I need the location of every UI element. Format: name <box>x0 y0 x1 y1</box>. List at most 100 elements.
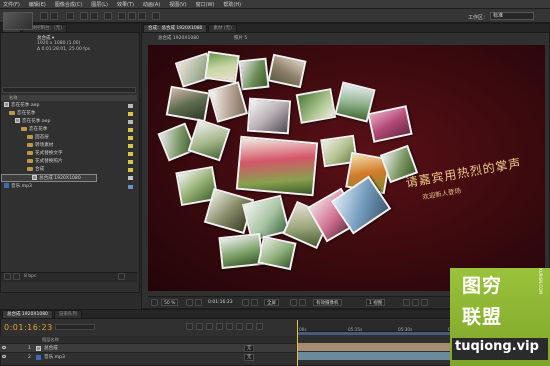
photo-thumbnail <box>257 235 297 271</box>
label-swatch[interactable] <box>128 152 133 156</box>
list-item[interactable]: 固态层 <box>1 134 137 142</box>
table-row[interactable]: 1 总合成 无 <box>0 343 296 352</box>
audio-speaker-icon[interactable] <box>2 355 6 358</box>
composition-icon <box>36 346 41 351</box>
show-channel-icon[interactable] <box>251 299 258 306</box>
photo-thumbnail <box>165 85 211 123</box>
list-item-selected[interactable]: 总合成 1920X1080 <box>1 174 97 182</box>
bit-depth-button[interactable]: 8 bpc <box>24 274 36 279</box>
fast-preview-icon[interactable] <box>412 299 419 306</box>
rectangle-tool-icon[interactable] <box>80 12 88 20</box>
menu-view[interactable]: 视图(V) <box>169 1 186 8</box>
label-swatch[interactable] <box>128 168 133 172</box>
resolution-select[interactable]: 全屏 <box>264 299 279 306</box>
layer-name[interactable]: 音乐.mp3 <box>44 353 65 362</box>
motion-blur-icon[interactable] <box>226 323 233 330</box>
comp-breadcrumb-child[interactable]: 照片 5 <box>234 35 247 41</box>
interpret-footage-icon[interactable] <box>4 273 11 280</box>
label-swatch[interactable] <box>128 185 133 189</box>
timeline-search-input[interactable] <box>55 324 95 330</box>
region-of-interest-icon[interactable] <box>290 299 297 306</box>
tab-render-queue[interactable]: 渲染队列 <box>53 310 82 318</box>
label-swatch[interactable] <box>128 144 133 148</box>
parent-select[interactable]: 无 <box>244 345 255 352</box>
graph-editor-icon[interactable] <box>256 323 263 330</box>
label-swatch[interactable] <box>128 160 133 164</box>
brush-tool-icon[interactable] <box>118 12 126 20</box>
menu-effect[interactable]: 效果(T) <box>117 1 134 8</box>
table-row[interactable]: 2 音乐.mp3 无 <box>0 352 296 361</box>
workspace-select[interactable]: 标准 <box>490 12 534 20</box>
views-select[interactable]: 1 视图 <box>366 299 386 306</box>
snapshot-icon[interactable] <box>242 299 249 306</box>
photo-thumbnail <box>246 97 292 135</box>
camera-select[interactable]: 有效摄像机 <box>313 299 342 306</box>
photo-thumbnail <box>295 88 337 124</box>
menu-layer[interactable]: 图层(L) <box>91 1 108 8</box>
visibility-eye-icon[interactable] <box>2 346 6 349</box>
comp-breadcrumb-root[interactable]: 总合成 1920X1080 <box>158 35 199 41</box>
list-item[interactable]: 恋在花季.aep <box>1 118 137 126</box>
eraser-tool-icon[interactable] <box>138 12 146 20</box>
zoom-select[interactable]: 50 % <box>161 299 179 306</box>
pen-tool-icon[interactable] <box>90 12 98 20</box>
menu-edit[interactable]: 编辑(E) <box>29 1 46 8</box>
menu-file[interactable]: 文件(F) <box>3 1 20 8</box>
timeline-icon[interactable] <box>421 299 428 306</box>
list-item[interactable]: 恋在花季 <box>1 110 137 118</box>
project-bottom-bar <box>1 272 137 282</box>
trash-icon[interactable] <box>118 273 125 280</box>
project-item-duration: Δ 0:01:28:01, 25.00 fps <box>37 47 91 52</box>
menu-composition[interactable]: 图像合成(C) <box>55 1 82 8</box>
list-item[interactable]: 合成 <box>1 166 137 174</box>
clone-tool-icon[interactable] <box>128 12 136 20</box>
project-search-input[interactable] <box>2 87 136 93</box>
new-folder-icon[interactable] <box>13 273 20 280</box>
photo-thumbnail <box>204 50 240 84</box>
list-item[interactable]: 恋在花季.aep <box>1 102 137 110</box>
viewer-timecode[interactable]: 0:01:16:23 <box>208 299 233 306</box>
pixel-aspect-icon[interactable] <box>403 299 410 306</box>
folder-icon <box>27 142 33 147</box>
label-swatch[interactable] <box>128 128 133 132</box>
brainstorm-icon[interactable] <box>236 323 243 330</box>
frame-blending-icon[interactable] <box>216 323 223 330</box>
puppet-tool-icon[interactable] <box>152 12 160 20</box>
timeline-timecode[interactable]: 0:01:16:23 <box>4 323 53 332</box>
menu-window[interactable]: 窗口(W) <box>196 1 215 8</box>
draft-3d-icon[interactable] <box>196 323 203 330</box>
list-item[interactable]: 音乐.mp3 <box>1 183 137 191</box>
camera-tool-icon[interactable] <box>50 12 58 20</box>
layer-name-header[interactable]: 图层名称 <box>42 336 59 343</box>
grid-icon[interactable] <box>195 299 202 306</box>
parent-select[interactable]: 无 <box>244 354 255 361</box>
label-swatch[interactable] <box>128 104 133 108</box>
project-column-header[interactable]: 名称 <box>1 95 137 101</box>
pan-behind-tool-icon[interactable] <box>66 12 74 20</box>
menu-help[interactable]: 帮助(H) <box>223 1 241 8</box>
folder-icon <box>9 110 15 115</box>
list-item[interactable]: 花式替换照片 <box>1 158 137 166</box>
list-item[interactable]: 恋在花季 <box>1 126 137 134</box>
composition-mini-flowchart-icon[interactable] <box>186 323 193 330</box>
menu-animation[interactable]: 动画(A) <box>143 1 160 8</box>
hide-shy-layers-icon[interactable] <box>206 323 213 330</box>
list-item[interactable]: 花式替换文字 <box>1 150 137 158</box>
safe-zones-icon[interactable] <box>186 299 193 306</box>
auto-keyframe-icon[interactable] <box>246 323 253 330</box>
transparency-grid-icon[interactable] <box>299 299 306 306</box>
label-swatch[interactable] <box>128 112 133 116</box>
tab-timeline-comp[interactable]: 总合成 1920X1080 <box>2 310 53 318</box>
label-swatch[interactable] <box>128 176 133 180</box>
label-swatch[interactable] <box>128 136 133 140</box>
always-preview-icon[interactable] <box>151 299 158 306</box>
current-time-indicator[interactable] <box>297 320 298 366</box>
photo-thumbnail <box>187 118 231 162</box>
tab-footage[interactable]: 素材 (无) <box>208 24 237 32</box>
list-item[interactable]: 转场素材 <box>1 142 137 150</box>
text-tool-icon[interactable] <box>104 12 112 20</box>
rotate-tool-icon[interactable] <box>40 12 48 20</box>
tab-composition[interactable]: 合成：总合成 1920X1080 <box>143 24 208 32</box>
label-swatch[interactable] <box>128 120 133 124</box>
folder-icon <box>27 166 33 171</box>
